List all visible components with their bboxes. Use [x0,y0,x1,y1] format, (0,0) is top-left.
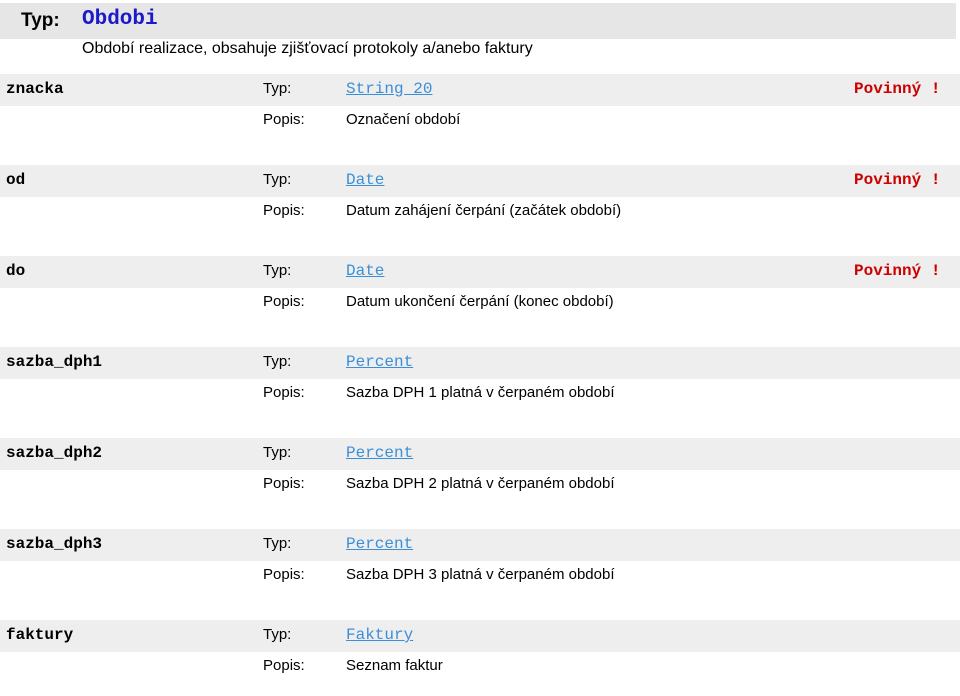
field-description: Datum zahájení čerpání (začátek období) [346,202,622,219]
field-name: sazba_dph3 [6,535,103,553]
typ-label: Typ: [263,535,292,552]
field-faktury: faktury Typ: Faktury Popis: Seznam faktur [0,620,960,696]
field-znacka: znacka Typ: String 20 Povinný ! Popis: Označe… [0,74,960,150]
required-marker: Povinný ! [854,80,941,98]
field-sazba_dph3: sazba_dph3 Typ: Percent Popis: Sazba DPH 3 p… [0,529,960,605]
popis-label: Popis: [263,293,305,310]
required-marker: Povinný ! [854,171,941,189]
required-marker: Povinný ! [854,262,941,280]
field-header-row: od Typ: Date Povinný ! [0,165,960,197]
field-name: sazba_dph1 [6,353,103,371]
typ-label: Typ: [263,80,292,97]
field-header-row: do Typ: Date Povinný ! [0,256,960,288]
field-type-link[interactable]: Percent [346,535,413,553]
typ-label: Typ: [263,262,292,279]
typ-label: Typ: [263,353,292,370]
field-header-row: sazba_dph2 Typ: Percent [0,438,960,470]
field-od: od Typ: Date Povinný ! Popis: Datum zahájení … [0,165,960,241]
popis-label: Popis: [263,475,305,492]
popis-label: Popis: [263,657,305,674]
field-description: Sazba DPH 3 platná v čerpaném období [346,566,615,583]
typ-label: Typ: [263,171,292,188]
typ-label: Typ: [263,626,292,643]
field-name: do [6,262,26,280]
popis-label: Popis: [263,202,305,219]
popis-label: Popis: [263,111,305,128]
field-header-row: znacka Typ: String 20 Povinný ! [0,74,960,106]
type-header: Typ: Obdobi [0,3,956,39]
field-sazba_dph1: sazba_dph1 Typ: Percent Popis: Sazba DPH 1 p… [0,347,960,423]
field-type-link[interactable]: Percent [346,353,413,371]
field-do: do Typ: Date Povinný ! Popis: Datum ukončení … [0,256,960,332]
field-description: Seznam faktur [346,657,443,674]
type-description: Období realizace, obsahuje zjišťovací pr… [82,40,533,57]
field-type-link[interactable]: Date [346,262,384,280]
field-description: Sazba DPH 2 platná v čerpaném období [346,475,615,492]
type-name: Obdobi [82,8,158,31]
field-name: faktury [6,626,74,644]
popis-label: Popis: [263,384,305,401]
field-header-row: faktury Typ: Faktury [0,620,960,652]
field-type-link[interactable]: String 20 [346,80,432,98]
type-label: Typ: [21,10,60,31]
field-type-link[interactable]: Faktury [346,626,413,644]
field-description: Sazba DPH 1 platná v čerpaném období [346,384,615,401]
field-header-row: sazba_dph3 Typ: Percent [0,529,960,561]
field-sazba_dph2: sazba_dph2 Typ: Percent Popis: Sazba DPH 2 p… [0,438,960,514]
field-header-row: sazba_dph1 Typ: Percent [0,347,960,379]
field-description: Datum ukončení čerpání (konec období) [346,293,614,310]
field-type-link[interactable]: Date [346,171,384,189]
popis-label: Popis: [263,566,305,583]
field-description: Označení období [346,111,461,128]
field-name: znacka [6,80,64,98]
typ-label: Typ: [263,444,292,461]
field-name: sazba_dph2 [6,444,103,462]
field-name: od [6,171,26,189]
field-type-link[interactable]: Percent [346,444,413,462]
